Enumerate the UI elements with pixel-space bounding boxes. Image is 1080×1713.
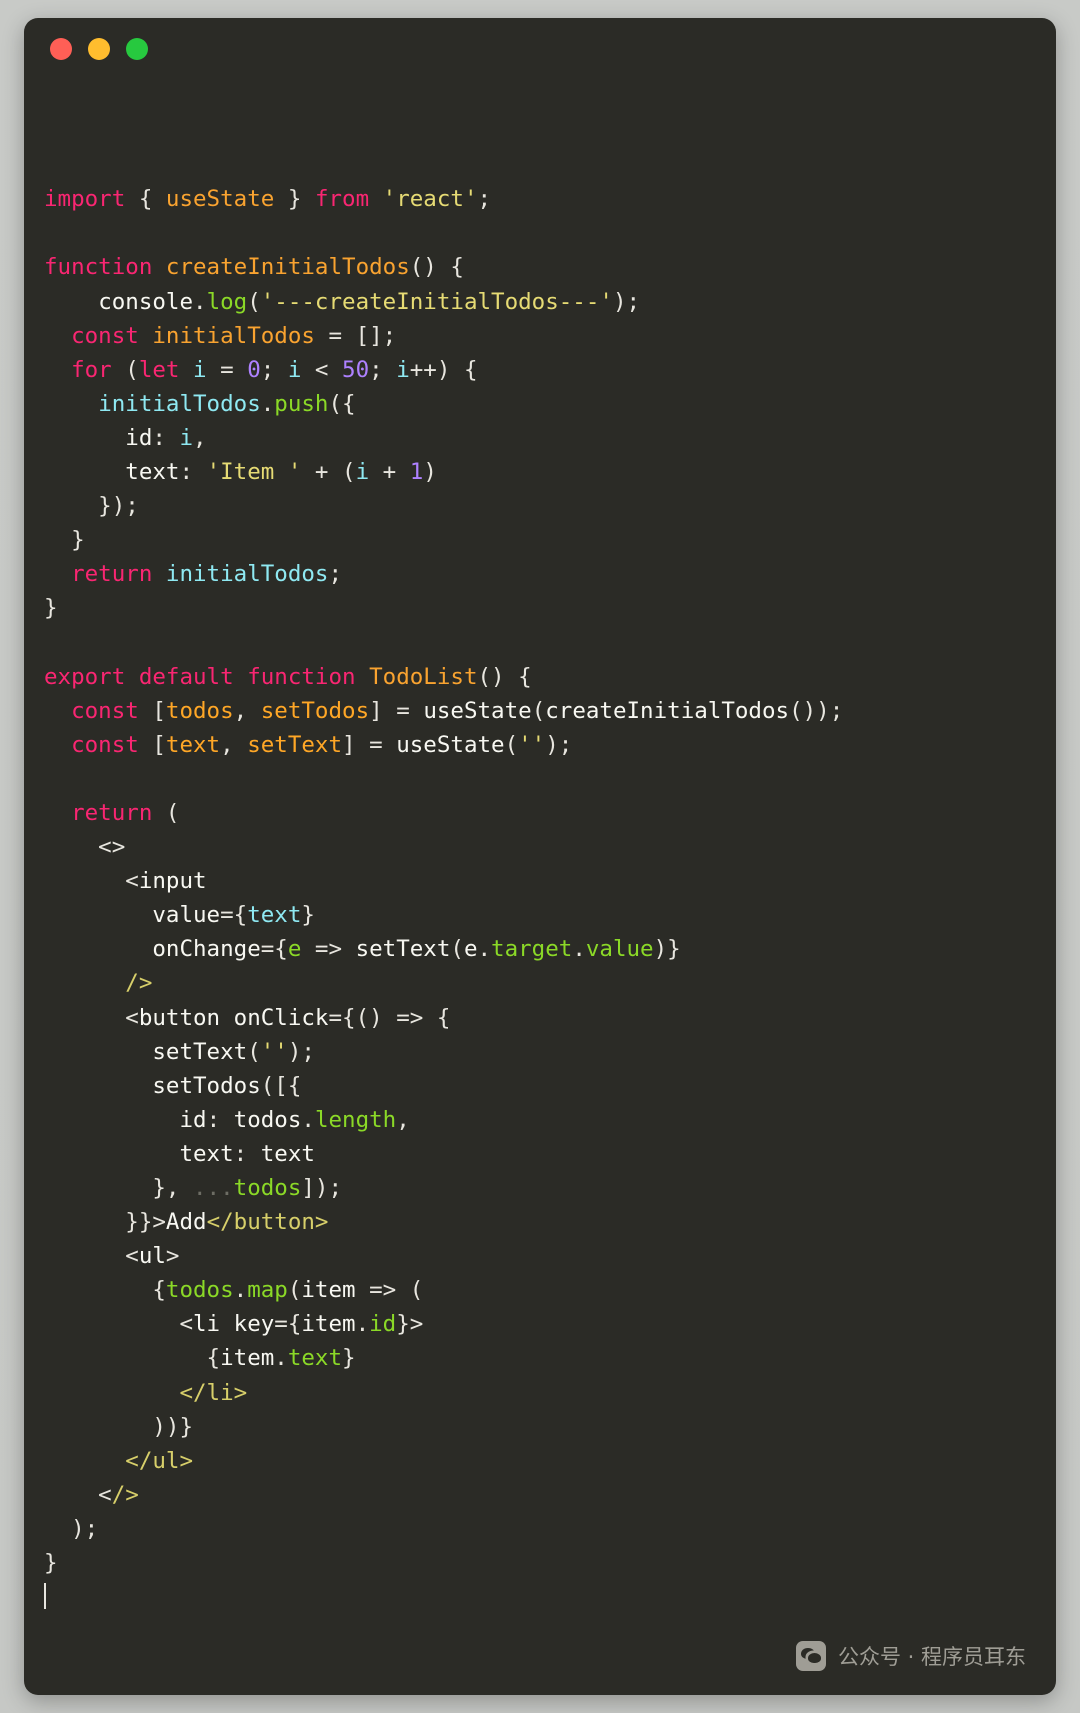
window-titlebar	[24, 18, 1056, 80]
code-line: id: todos.length,	[179, 1106, 410, 1133]
code-line: );	[44, 1515, 99, 1542]
code-line: const initialTodos = [];	[71, 322, 397, 349]
code-line: text: 'Item ' + (i + 1)	[125, 459, 437, 486]
minimize-button[interactable]	[88, 38, 110, 60]
code-line: id: i,	[125, 424, 207, 451]
code-line: />	[125, 970, 153, 997]
code-line: return initialTodos;	[71, 561, 343, 588]
code-window: import { useState } from 'react'; functi…	[24, 18, 1056, 1695]
code-line: }}>Add</button>	[44, 1209, 329, 1236]
code-line: <ul>	[44, 1243, 180, 1270]
watermark: 公众号 · 程序员耳东	[795, 1641, 1026, 1671]
code-line: const [todos, setTodos] = useState(creat…	[71, 697, 844, 724]
code-line: console.log('---createInitialTodos---');	[98, 288, 641, 315]
code-line: import { useState } from 'react';	[44, 186, 492, 213]
code-line: const [text, setText] = useState('');	[71, 731, 573, 758]
code-line: </>	[44, 1481, 139, 1508]
code-line: </ul>	[125, 1447, 194, 1474]
code-line: </li>	[179, 1379, 248, 1406]
code-line: for (let i = 0; i < 50; i++) {	[71, 356, 478, 383]
maximize-button[interactable]	[126, 38, 148, 60]
code-line: <>	[44, 834, 126, 861]
code-line: <input	[44, 868, 207, 895]
screenshot-page: import { useState } from 'react'; functi…	[0, 0, 1080, 1713]
code-line: text: text	[179, 1140, 315, 1167]
text-cursor	[44, 1580, 1038, 1614]
code-line: }	[44, 1550, 58, 1577]
code-line: onChange={e => setText(e.target.value)}	[152, 936, 681, 963]
code-line: });	[44, 493, 139, 520]
code-line: setTodos([{	[152, 1072, 302, 1099]
close-button[interactable]	[50, 38, 72, 60]
wechat-icon	[795, 1641, 826, 1671]
code-line: return (	[71, 799, 180, 826]
code-line: ))}	[44, 1413, 194, 1440]
code-line: initialTodos.push({	[98, 390, 356, 417]
code-line: export default function TodoList() {	[44, 663, 532, 690]
code-line: }, ...todos]);	[44, 1175, 343, 1201]
watermark-text: 公众号 · 程序员耳东	[837, 1645, 1026, 1669]
code-line: <li key={item.id}>	[44, 1311, 424, 1338]
code-line: setText('');	[152, 1038, 315, 1065]
code-line: }	[44, 527, 85, 554]
code-line: <button onClick={() => {	[44, 1004, 451, 1031]
code-line: function createInitialTodos() {	[44, 254, 464, 281]
code-editor[interactable]: import { useState } from 'react'; functi…	[24, 80, 1056, 1614]
code-line: {todos.map(item => (	[44, 1277, 424, 1304]
code-line: }	[44, 595, 58, 622]
code-line: value={text}	[152, 902, 315, 929]
code-line: {item.text}	[44, 1345, 356, 1372]
